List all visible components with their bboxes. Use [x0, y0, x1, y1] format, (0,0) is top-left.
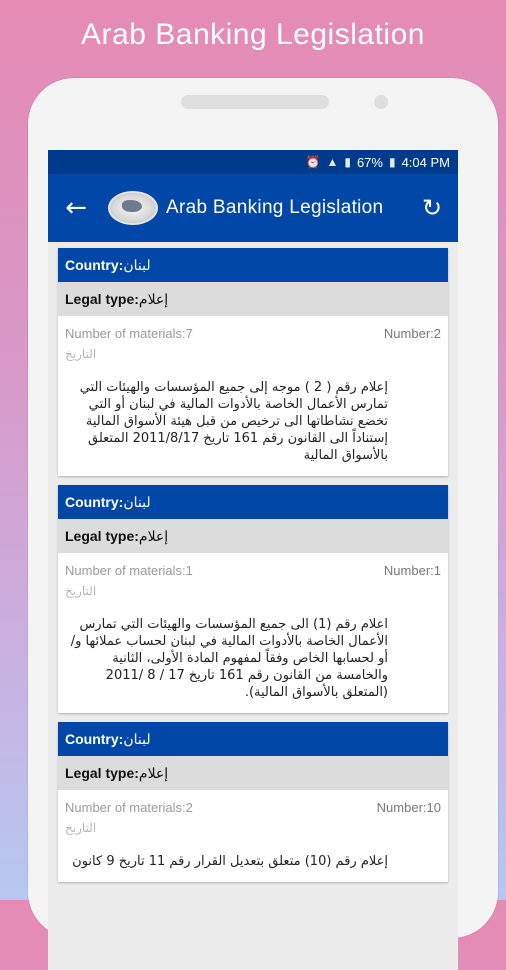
app-logo [108, 191, 158, 225]
number-value: 2 [433, 326, 441, 341]
materials-value: 1 [185, 563, 193, 578]
number-label: Number: [383, 326, 434, 341]
materials-label: Number of materials: [65, 563, 186, 578]
clock: 4:04 PM [401, 154, 450, 170]
country-label: Country: [65, 494, 124, 510]
materials-label: Number of materials: [65, 326, 186, 341]
phone-frame: ⏰ ▲ ▮ 67% ▮ 4:04 PM ← Arab Banking Legis… [28, 78, 498, 970]
legislation-card[interactable]: Country: لبنان Legal type: إعلام Number … [58, 722, 448, 882]
materials-count: Number of materials:7 [65, 326, 193, 341]
legal-type-value: إعلام [138, 527, 169, 544]
card-legal-type-bar: Legal type: إعلام [58, 756, 448, 790]
date-label: التاريخ [65, 584, 97, 598]
battery-charge-icon: ▮ [388, 155, 396, 169]
card-number: Number:1 [384, 563, 441, 578]
card-meta: Number of materials:1 Number:1 [58, 553, 448, 578]
back-arrow-icon[interactable]: ← [54, 186, 98, 230]
promo-title: Arab Banking Legislation [81, 18, 425, 51]
card-description: اعلام رقم (1) الى جميع المؤسسات والهيئات… [70, 617, 388, 700]
phone-speaker [181, 95, 329, 109]
card-country-bar: Country: لبنان [58, 722, 448, 756]
legal-type-label: Legal type: [65, 291, 139, 307]
card-number: Number:10 [377, 800, 441, 815]
number-label: Number: [376, 800, 427, 815]
card-number: Number:2 [384, 326, 441, 341]
materials-count: Number of materials:1 [65, 563, 193, 578]
legislation-list: Country: لبنان Legal type: إعلام Number … [48, 242, 458, 882]
legislation-card[interactable]: Country: لبنان Legal type: إعلام Number … [58, 485, 448, 713]
legislation-card[interactable]: Country: لبنان Legal type: إعلام Number … [58, 248, 448, 476]
card-country-bar: Country: لبنان [58, 248, 448, 282]
card-meta: Number of materials:7 Number:2 [58, 316, 448, 341]
app-bar: ← Arab Banking Legislation ↻ [48, 174, 458, 242]
materials-count: Number of materials:2 [65, 800, 193, 815]
legal-type-label: Legal type: [65, 765, 139, 781]
country-value: لبنان [123, 256, 151, 273]
status-bar: ⏰ ▲ ▮ 67% ▮ 4:04 PM [48, 150, 458, 174]
materials-value: 7 [185, 326, 193, 341]
number-value: 1 [433, 563, 441, 578]
signal-icon: ▲ [326, 155, 339, 169]
number-label: Number: [383, 563, 434, 578]
battery-icon: ▮ [344, 155, 351, 169]
country-label: Country: [65, 257, 124, 273]
date-label: التاريخ [65, 347, 97, 361]
alarm-icon: ⏰ [305, 155, 321, 169]
legal-type-value: إعلام [138, 764, 169, 781]
date-label: التاريخ [65, 821, 97, 835]
legal-type-label: Legal type: [65, 528, 139, 544]
card-meta: Number of materials:2 Number:10 [58, 790, 448, 815]
country-value: لبنان [123, 730, 151, 747]
country-label: Country: [65, 731, 124, 747]
card-legal-type-bar: Legal type: إعلام [58, 519, 448, 553]
materials-label: Number of materials: [65, 800, 186, 815]
materials-value: 2 [185, 800, 193, 815]
app-screen: ⏰ ▲ ▮ 67% ▮ 4:04 PM ← Arab Banking Legis… [48, 150, 458, 970]
number-value: 10 [426, 800, 441, 815]
refresh-icon[interactable]: ↻ [410, 186, 454, 230]
battery-level: 67% [356, 154, 383, 170]
app-title: Arab Banking Legislation [166, 197, 384, 218]
card-description: إعلام رقم ( 2 ) موجه إلى جميع المؤسسات و… [79, 380, 388, 463]
country-value: لبنان [123, 493, 151, 510]
card-legal-type-bar: Legal type: إعلام [58, 282, 448, 316]
card-description: إعلام رقم (10) متعلق بتعديل القرار رقم 1… [72, 854, 388, 869]
phone-camera [374, 95, 388, 109]
legal-type-value: إعلام [138, 290, 169, 307]
card-country-bar: Country: لبنان [58, 485, 448, 519]
